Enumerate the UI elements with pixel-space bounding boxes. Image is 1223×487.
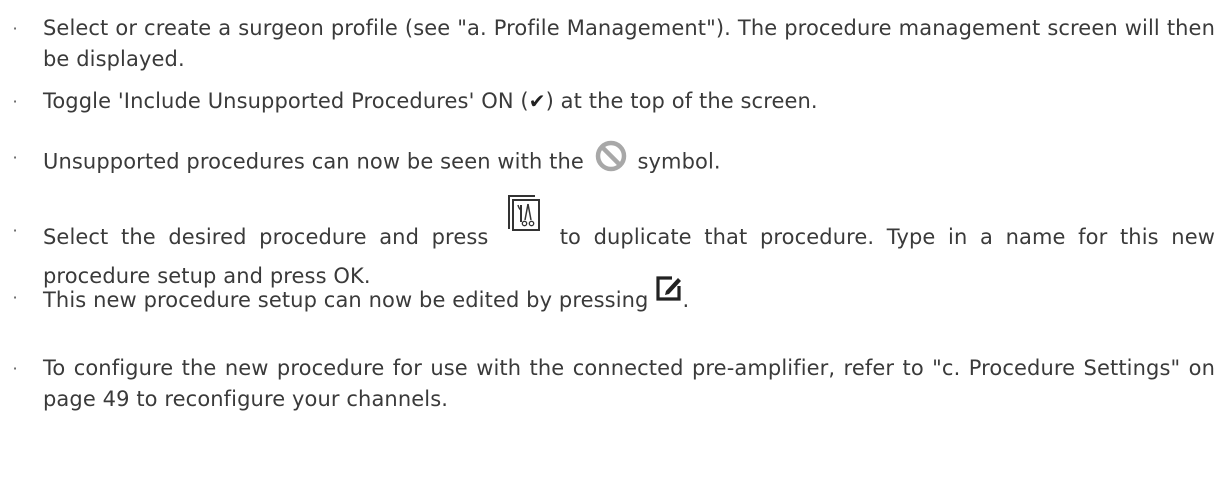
list-item-text-before: Toggle 'Include Unsupported Procedures' … — [43, 89, 529, 113]
list-item-text: Toggle 'Include Unsupported Procedures' … — [43, 86, 1215, 117]
list-item-text-before: Select the desired procedure and press — [43, 224, 489, 249]
list-item-text-after: symbol. — [637, 149, 721, 174]
instruction-list: · Select or create a surgeon profile (se… — [0, 0, 1223, 487]
prohibited-icon — [595, 140, 627, 181]
list-item-text: Select the desired procedure and press t… — [43, 195, 1215, 288]
bullet: · — [12, 359, 18, 378]
checkmark-icon: ✔ — [528, 89, 546, 113]
bullet: · — [12, 92, 18, 111]
bullet: · — [12, 19, 18, 38]
bullet: · — [12, 148, 18, 167]
list-item-text: This new procedure setup can now be edit… — [43, 276, 1215, 317]
bullet: · — [12, 221, 18, 240]
list-item-text-after: ) at the top of the screen. — [545, 89, 818, 113]
edit-icon — [655, 274, 683, 311]
list-item-text-before: This new procedure setup can now be edit… — [43, 287, 649, 312]
bullet: · — [12, 288, 18, 307]
list-item-text: To configure the new procedure for use w… — [43, 356, 1215, 411]
duplicate-procedure-icon — [507, 194, 541, 241]
list-item-text-before: Unsupported procedures can now be seen w… — [43, 149, 584, 174]
list-item-text: Unsupported procedures can now be seen w… — [43, 140, 1215, 183]
list-item-text-after: . — [682, 287, 690, 312]
list-item-text: Select or create a surgeon profile (see … — [43, 16, 1215, 71]
